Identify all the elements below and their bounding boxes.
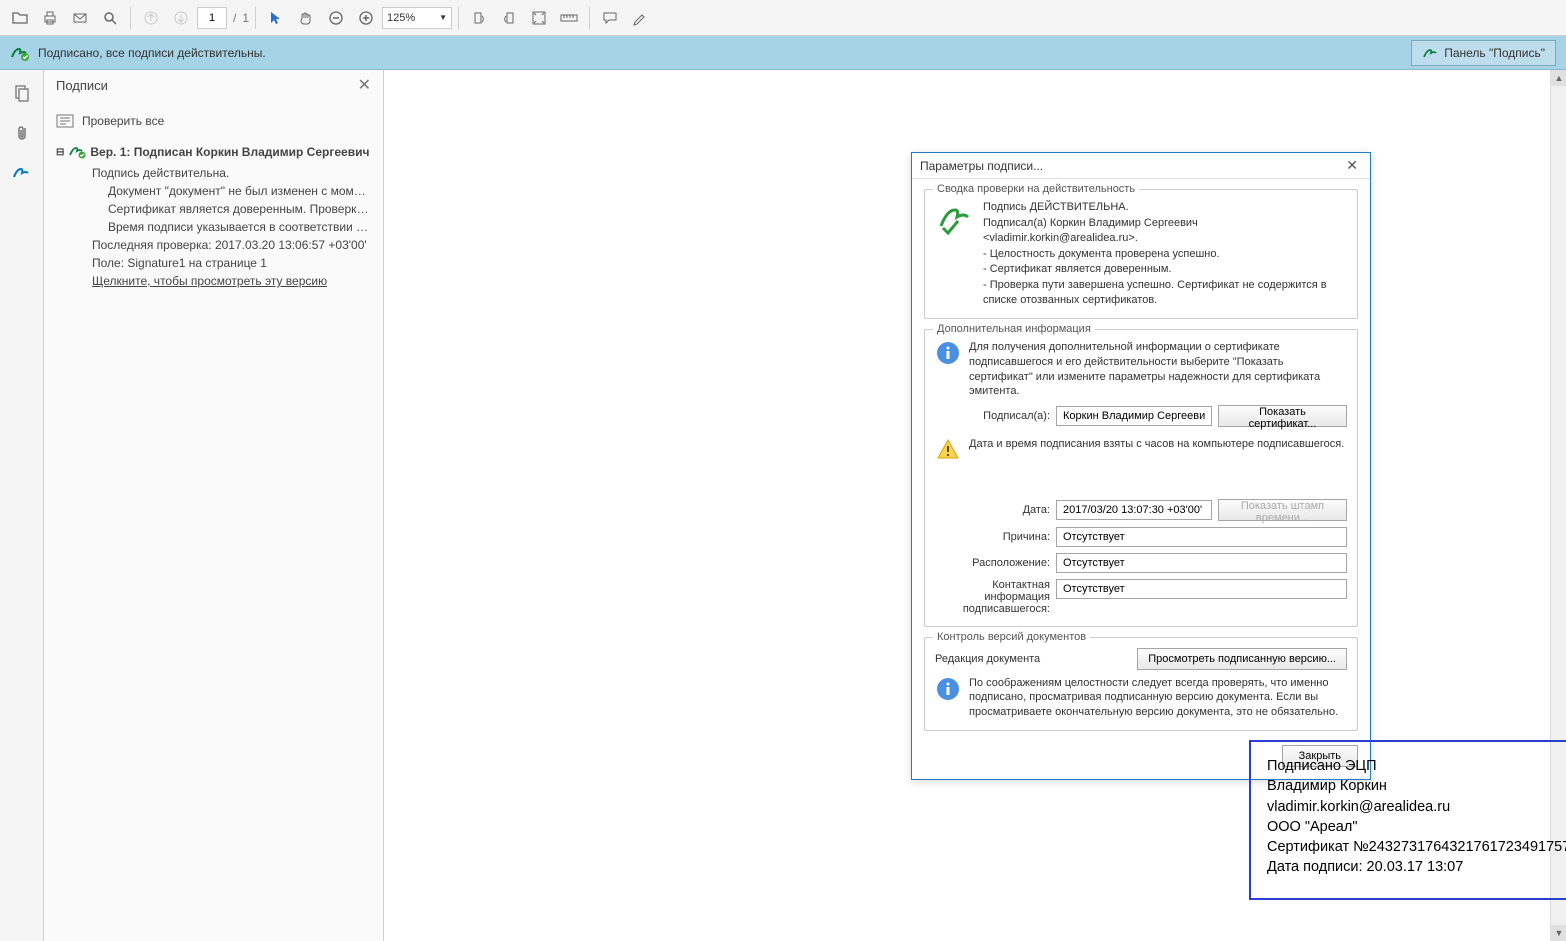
contact-field[interactable] <box>1056 579 1347 599</box>
summary-legend: Сводка проверки на действительность <box>933 183 1139 195</box>
next-page-icon[interactable] <box>167 4 195 32</box>
sig-view-version-link[interactable]: Щелкните, чтобы просмотреть эту версию <box>92 274 371 288</box>
comment-icon[interactable] <box>596 4 624 32</box>
sig-cert-trusted: Сертификат является доверенным. Проверка… <box>108 202 371 216</box>
sig-time-source: Время подписи указывается в соответствии… <box>108 220 371 234</box>
pen-icon <box>1422 46 1438 60</box>
date-field[interactable] <box>1056 500 1212 520</box>
select-tool-icon[interactable] <box>262 4 290 32</box>
summary-line2: Подписал(а) Коркин Владимир Сергеевич <v… <box>983 216 1347 246</box>
sig-last-check: Последняя проверка: 2017.03.20 13:06:57 … <box>92 238 371 252</box>
show-certificate-button[interactable]: Показать сертификат... <box>1218 405 1347 427</box>
dialog-title: Параметры подписи... <box>920 159 1043 173</box>
contact-label: Контактная информация подписавшегося: <box>935 579 1050 615</box>
print-icon[interactable] <box>36 4 64 32</box>
zoom-out-icon[interactable] <box>322 4 350 32</box>
version-control-group: Контроль версий документов Редакция доку… <box>924 637 1358 732</box>
signature-panel-button[interactable]: Панель "Подпись" <box>1411 40 1556 66</box>
reason-label: Причина: <box>935 531 1050 543</box>
show-timestamp-button: Показать штамп времени... <box>1218 499 1347 521</box>
integrity-text: По соображениям целостности следует всег… <box>969 676 1347 721</box>
prev-page-icon[interactable] <box>137 4 165 32</box>
pen-check-icon <box>935 200 973 238</box>
scroll-down-icon[interactable]: ▼ <box>1551 925 1566 941</box>
dialog-close-icon[interactable]: ✕ <box>1342 157 1362 174</box>
validity-summary-group: Сводка проверки на действительность Подп… <box>924 189 1358 319</box>
email-icon[interactable] <box>66 4 94 32</box>
reason-field[interactable] <box>1056 527 1347 547</box>
hand-tool-icon[interactable] <box>292 4 320 32</box>
signature-stamp: Подписано ЭЦП Владимир Коркин vladimir.k… <box>1249 740 1566 900</box>
fit-page-icon[interactable] <box>525 4 553 32</box>
signatures-panel-icon[interactable] <box>7 158 37 188</box>
document-area: ▲ ▼ Параметры подписи... ✕ Сводка провер… <box>384 70 1566 941</box>
stamp-line3: vladimir.korkin@arealidea.ru <box>1267 797 1566 817</box>
pages-panel-icon[interactable] <box>7 78 37 108</box>
signature-banner: Подписано, все подписи действительны. Па… <box>0 36 1566 70</box>
zoom-in-icon[interactable] <box>352 4 380 32</box>
extra-info-text: Для получения дополнительной информации … <box>969 340 1347 399</box>
summary-line4: - Сертификат является доверенным. <box>983 262 1347 277</box>
left-rail <box>0 70 44 941</box>
rotate-ccw-icon[interactable] <box>465 4 493 32</box>
signer-label: Подписал(а): <box>935 410 1050 422</box>
stamp-line2: Владимир Коркин <box>1267 776 1566 796</box>
time-warning-text: Дата и время подписания взяты с часов на… <box>969 437 1344 452</box>
stamp-line4: ООО "Ареал" <box>1267 817 1566 837</box>
sig-doc-unchanged: Документ "документ" не был изменен с мом… <box>108 184 371 198</box>
sig-field: Поле: Signature1 на странице 1 <box>92 256 371 270</box>
side-panel-title: Подписи <box>56 78 108 93</box>
banner-text: Подписано, все подписи действительны. <box>38 46 266 60</box>
info-icon <box>935 340 961 366</box>
page-number-input[interactable] <box>197 7 227 29</box>
signer-field[interactable] <box>1056 406 1212 426</box>
open-file-icon[interactable] <box>6 4 34 32</box>
signature-tree-header[interactable]: ⊟ Вер. 1: Подписан Коркин Владимир Серге… <box>56 144 371 160</box>
page-total: 1 <box>242 11 249 25</box>
extra-legend: Дополнительная информация <box>933 323 1095 335</box>
highlight-icon[interactable] <box>626 4 654 32</box>
rotate-cw-icon[interactable] <box>495 4 523 32</box>
close-panel-icon[interactable]: ✕ <box>358 75 371 95</box>
signature-valid-small-icon <box>68 144 86 160</box>
doc-edition-label: Редакция документа <box>935 653 1040 665</box>
view-signed-version-button[interactable]: Просмотреть подписанную версию... <box>1137 648 1347 670</box>
version-legend: Контроль версий документов <box>933 631 1090 643</box>
collapse-icon[interactable]: ⊟ <box>56 147 64 158</box>
signature-valid-icon <box>10 44 30 62</box>
summary-line1: Подпись ДЕЙСТВИТЕЛЬНА. <box>983 200 1347 215</box>
stamp-line1: Подписано ЭЦП <box>1267 756 1566 776</box>
stamp-line6: Дата подписи: 20.03.17 13:07 <box>1267 857 1566 877</box>
summary-line5: - Проверка пути завершена успешно. Серти… <box>983 278 1347 308</box>
summary-line3: - Целостность документа проверена успешн… <box>983 247 1347 262</box>
date-label: Дата: <box>935 504 1050 516</box>
check-all-button[interactable]: Проверить все <box>56 108 371 134</box>
attachments-panel-icon[interactable] <box>7 118 37 148</box>
sig-valid-text: Подпись действительна. <box>92 166 371 180</box>
info-icon <box>935 676 961 702</box>
location-label: Расположение: <box>935 557 1050 569</box>
scroll-up-icon[interactable]: ▲ <box>1551 70 1566 86</box>
stamp-line5: Сертификат №2432731764321761723491757895… <box>1267 837 1566 857</box>
extra-info-group: Дополнительная информация Для получения … <box>924 329 1358 627</box>
warning-icon <box>935 437 961 463</box>
zoom-select[interactable]: 125%▼ <box>382 7 452 29</box>
search-icon[interactable] <box>96 4 124 32</box>
ruler-icon[interactable] <box>555 4 583 32</box>
main-toolbar: / 1 125%▼ <box>0 0 1566 36</box>
signature-version-title: Вер. 1: Подписан Коркин Владимир Сергеев… <box>90 145 371 159</box>
signatures-side-panel: Подписи ✕ Проверить все ⊟ Вер. 1: Подпис… <box>44 70 384 941</box>
signature-properties-dialog: Параметры подписи... ✕ Сводка проверки н… <box>911 152 1371 780</box>
location-field[interactable] <box>1056 553 1347 573</box>
page-separator: / <box>233 11 236 25</box>
